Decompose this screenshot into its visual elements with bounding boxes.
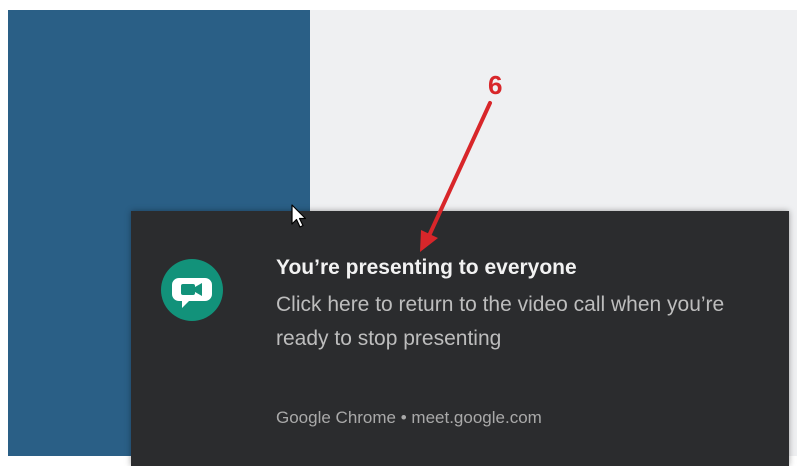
notification-source: Google Chrome • meet.google.com	[276, 408, 542, 427]
google-meet-icon	[161, 259, 223, 321]
screen: You’re presenting to everyone Click here…	[0, 0, 797, 466]
notification-toast[interactable]: You’re presenting to everyone Click here…	[131, 211, 789, 466]
mouse-cursor-icon	[291, 204, 307, 235]
top-border	[0, 0, 797, 10]
notification-title: You’re presenting to everyone	[276, 256, 577, 279]
notification-body: Click here to return to the video call w…	[276, 293, 725, 350]
annotation-number: 6	[488, 70, 503, 100]
